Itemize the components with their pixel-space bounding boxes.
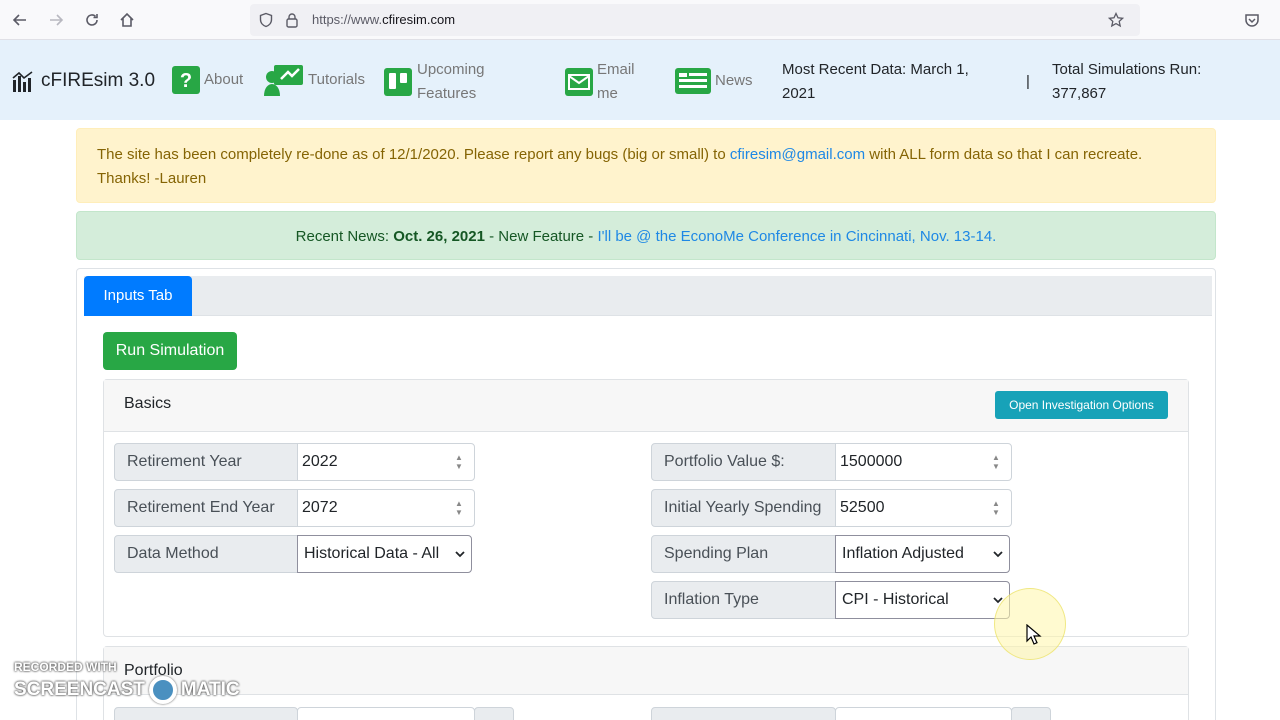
newspaper-icon <box>675 68 711 94</box>
watermark-recorded: RECORDED WITH <box>14 660 117 674</box>
envelope-icon <box>565 68 593 96</box>
retirement-year-input[interactable]: 2022 ▲ ▼ <box>297 443 475 481</box>
reload-icon[interactable] <box>80 8 104 32</box>
pocket-icon[interactable] <box>1240 8 1264 32</box>
home-icon[interactable] <box>115 8 139 32</box>
retirement-end-year-value: 2072 <box>302 499 338 516</box>
mouse-pointer-icon <box>1026 624 1042 645</box>
portfolio-value-label: Portfolio Value $: <box>651 443 836 481</box>
forward-icon[interactable] <box>44 8 68 32</box>
spending-plan-select[interactable]: Inflation Adjusted <box>835 535 1010 573</box>
portfolio-value-input[interactable]: 1500000 ▲ ▼ <box>835 443 1012 481</box>
nav-about[interactable]: ? About <box>172 66 243 94</box>
chevron-down-icon <box>455 551 465 558</box>
bookmark-star-icon[interactable] <box>1108 12 1124 28</box>
back-icon[interactable] <box>8 8 32 32</box>
screencast-watermark: RECORDED WITH SCREENCAST MATIC <box>14 660 240 704</box>
news-middle: - New Feature - <box>484 228 598 245</box>
nav-news[interactable]: News <box>675 68 753 94</box>
retirement-end-year-label: Retirement End Year <box>114 489 298 527</box>
teacher-icon <box>264 65 303 96</box>
site-redone-alert: The site has been completely re-done as … <box>76 128 1216 203</box>
nav-upcoming-features[interactable]: Upcoming Features <box>384 58 485 106</box>
spinner-icon[interactable]: ▲ ▼ <box>991 499 1001 517</box>
alert-text-before: The site has been completely re-done as … <box>97 146 730 163</box>
spinner-icon[interactable]: ▲ ▼ <box>991 453 1001 471</box>
question-icon: ? <box>172 66 200 94</box>
total-sims-count: 377,867 <box>1052 85 1107 102</box>
nav-tutorials[interactable]: Tutorials <box>264 64 365 96</box>
lock-icon[interactable] <box>285 12 299 28</box>
total-sims-line1: Total Simulations Run: <box>1052 61 1202 78</box>
nav-email-line1: Email <box>597 61 635 78</box>
browser-toolbar: https://www.cfiresim.com <box>0 0 1280 40</box>
initial-yearly-spending-label: Initial Yearly Spending <box>651 489 836 527</box>
chevron-down-icon <box>993 551 1003 558</box>
tab-inputs[interactable]: Inputs Tab <box>84 276 192 316</box>
equities-label <box>114 707 298 720</box>
recent-data-info: Most Recent Data: March 1, 2021 <box>782 58 969 106</box>
brand-logo[interactable]: cFIREsim 3.0 <box>12 70 155 92</box>
news-link[interactable]: I'll be @ the EconoMe Conference in Cinc… <box>597 228 996 245</box>
portfolio-value: 1500000 <box>840 453 903 470</box>
equities-percent-addon <box>474 707 514 720</box>
data-method-select[interactable]: Historical Data - All <box>297 535 472 573</box>
recent-data-line2: 2021 <box>782 85 816 102</box>
bonds-label <box>651 707 836 720</box>
equities-input[interactable] <box>297 707 475 720</box>
nav-about-label: About <box>204 71 244 88</box>
open-investigation-options-button[interactable]: Open Investigation Options <box>995 391 1168 419</box>
recent-data-line1: Most Recent Data: March 1, <box>782 61 969 78</box>
watermark-left: SCREENCAST <box>14 679 145 700</box>
spinner-icon[interactable]: ▲ ▼ <box>454 453 464 471</box>
url-text[interactable]: https://www.cfiresim.com <box>312 12 455 27</box>
news-prefix: Recent News: <box>295 228 394 245</box>
nav-separator: | <box>1026 73 1030 90</box>
contact-email-link[interactable]: cfiresim@gmail.com <box>730 146 865 163</box>
tab-bar <box>84 276 1212 316</box>
retirement-end-year-input[interactable]: 2072 ▲ ▼ <box>297 489 475 527</box>
screencast-logo-icon <box>148 676 177 704</box>
nav-email[interactable]: Email me <box>565 58 635 106</box>
nav-upcoming-line2: Features <box>417 85 477 102</box>
trello-board-icon <box>384 68 412 96</box>
chart-logo-icon <box>12 71 33 92</box>
bonds-percent-addon <box>1011 707 1051 720</box>
initial-yearly-spending-value: 52500 <box>840 499 885 516</box>
total-simulations-info: Total Simulations Run: 377,867 <box>1052 58 1201 106</box>
initial-yearly-spending-input[interactable]: 52500 ▲ ▼ <box>835 489 1012 527</box>
spending-plan-value: Inflation Adjusted <box>842 545 964 562</box>
recent-news-alert: Recent News: Oct. 26, 2021 - New Feature… <box>76 211 1216 260</box>
url-bar[interactable]: https://www.cfiresim.com <box>250 4 1140 36</box>
nav-email-line2: me <box>597 85 618 102</box>
nav-upcoming-line1: Upcoming <box>417 61 485 78</box>
shield-icon[interactable] <box>258 12 274 28</box>
bonds-input[interactable] <box>835 707 1012 720</box>
data-method-value: Historical Data - All <box>304 545 440 562</box>
nav-tutorials-label: Tutorials <box>308 71 365 88</box>
news-date: Oct. 26, 2021 <box>393 228 485 245</box>
brand-title: cFIREsim 3.0 <box>41 70 156 91</box>
inflation-type-select[interactable]: CPI - Historical <box>835 581 1010 619</box>
watermark-right: MATIC <box>180 679 240 700</box>
retirement-year-label: Retirement Year <box>114 443 298 481</box>
run-simulation-button[interactable]: Run Simulation <box>103 332 237 370</box>
data-method-label: Data Method <box>114 535 298 573</box>
nav-news-label: News <box>715 72 753 89</box>
inflation-type-label: Inflation Type <box>651 581 836 619</box>
spending-plan-label: Spending Plan <box>651 535 836 573</box>
inflation-type-value: CPI - Historical <box>842 591 949 608</box>
basics-title: Basics <box>124 395 172 412</box>
svg-text:?: ? <box>180 70 192 92</box>
retirement-year-value: 2022 <box>302 453 338 470</box>
spinner-icon[interactable]: ▲ ▼ <box>454 499 464 517</box>
